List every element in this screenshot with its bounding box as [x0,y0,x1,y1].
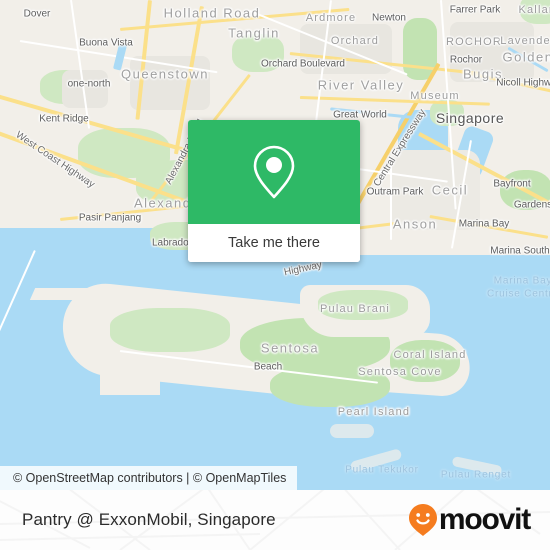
page-title: Pantry @ ExxonMobil, Singapore [22,510,276,529]
map-pin-icon [253,145,295,199]
park-botanic [232,34,284,72]
popup-image-area [188,120,360,224]
map-canvas[interactable]: Dover Holland Road Ardmore Newton Farrer Par… [0,0,550,490]
map-attribution-bar: © OpenStreetMap contributors | © OpenMap… [0,466,298,490]
park-sentosa-cove [390,340,460,382]
location-popup-card[interactable]: Take me there [188,120,360,262]
take-me-there-label: Take me there [228,235,320,251]
moovit-logo[interactable]: moovit [408,503,531,537]
attribution-text[interactable]: © OpenStreetMap contributors | © OpenMap… [13,471,286,485]
page-footer: Pantry @ ExxonMobil, Singapore moovit [0,490,550,550]
take-me-there-button[interactable]: Take me there [188,224,360,262]
map-screenshot: Dover Holland Road Ardmore Newton Farrer Par… [0,0,550,550]
island-small-mid [330,424,374,438]
park-north-east [520,0,550,24]
moovit-pin-smiley-icon [408,504,437,536]
road-minor-7 [390,160,392,240]
park-sentosa-west [110,308,230,352]
moovit-wordmark: moovit [438,503,531,536]
park-pulau-brani [318,290,408,320]
